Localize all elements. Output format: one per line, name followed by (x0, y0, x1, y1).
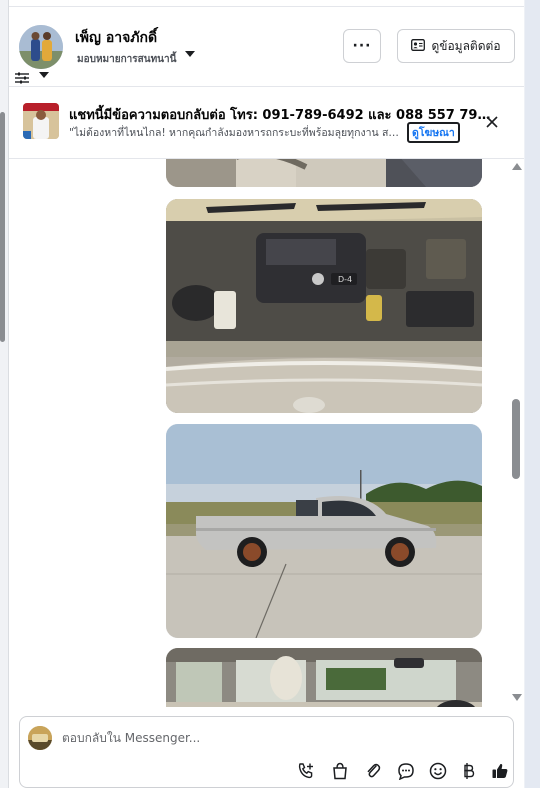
shopping-bag-icon[interactable] (330, 761, 350, 781)
attachment-icon[interactable] (363, 761, 383, 781)
sliders-icon[interactable] (15, 69, 29, 84)
conversation-panel: เพ็ญ อาจภักดิ์ มอบหมายการสนทนานี้ ··· ดู… (9, 0, 524, 788)
page-avatar (23, 103, 59, 139)
scroll-down-arrow-icon[interactable] (512, 694, 522, 701)
banner-subtitle: "ไม่ต้องหาที่ไหนไกล! หากคุณกำลังมองหารถก… (69, 127, 405, 139)
message-photo[interactable] (166, 424, 482, 638)
reply-input[interactable] (62, 727, 492, 749)
contact-card-icon (411, 38, 426, 54)
close-icon[interactable] (483, 113, 501, 131)
contact-avatar[interactable] (19, 25, 63, 69)
left-scrollbar-thumb[interactable] (0, 112, 5, 342)
contact-name: เพ็ญ อาจภักดิ์ (75, 30, 158, 46)
page-avatar-small (28, 726, 52, 750)
right-edge-inner (525, 0, 540, 788)
see-ad-link[interactable]: ดูโฆษณา (407, 122, 460, 143)
more-options-button[interactable]: ··· (343, 29, 381, 63)
message-photo[interactable] (166, 648, 482, 707)
message-composer (19, 716, 514, 788)
assign-conversation-label[interactable]: มอบหมายการสนทนานี้ (77, 52, 176, 67)
ad-context-banner: แชทนี้มีข้อความตอบกลับต่อ โทร: 091-789-6… (9, 87, 524, 158)
view-contact-button[interactable]: ดูข้อมูลติดต่อ (397, 29, 515, 63)
filter-chevron-down-icon[interactable] (39, 72, 49, 78)
message-photo[interactable] (166, 159, 482, 187)
scroll-up-arrow-icon[interactable] (512, 163, 522, 170)
chat-bubble-icon[interactable] (396, 761, 416, 781)
chevron-down-icon[interactable] (185, 51, 195, 57)
thumbs-up-icon[interactable] (490, 761, 510, 781)
message-list[interactable]: D-4 (9, 159, 524, 707)
view-contact-label: ดูข้อมูลติดต่อ (431, 38, 501, 53)
svg-text:D-4: D-4 (338, 275, 352, 284)
add-call-icon[interactable] (296, 761, 316, 781)
baht-icon[interactable] (459, 761, 479, 781)
conversation-header: เพ็ญ อาจภักดิ์ มอบหมายการสนทนานี้ ··· ดู… (9, 7, 524, 86)
emoji-icon[interactable] (428, 761, 448, 781)
message-photo[interactable]: D-4 (166, 199, 482, 413)
chat-scrollbar-thumb[interactable] (512, 399, 520, 479)
